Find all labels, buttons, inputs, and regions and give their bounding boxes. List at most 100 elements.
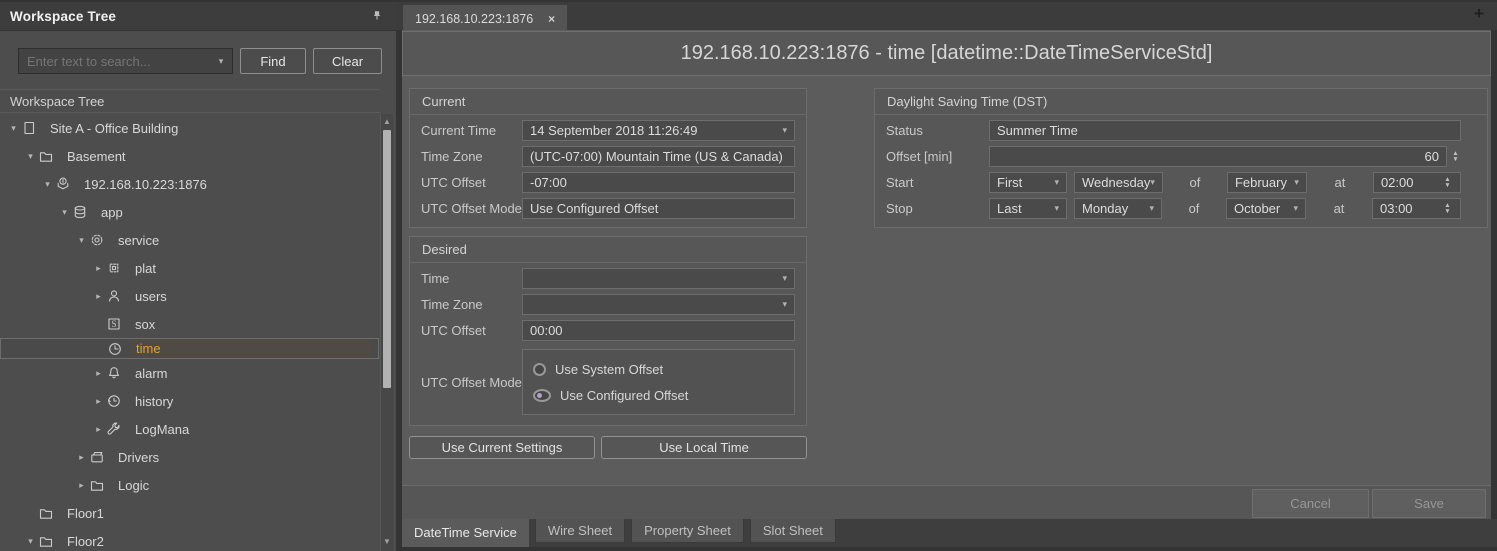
current-group: Current Current Time 14 September 2018 1… bbox=[409, 88, 807, 228]
tree-item-sox[interactable]: Ssox bbox=[0, 310, 379, 338]
tree-item-label: time bbox=[130, 339, 371, 358]
dst-start-time-input[interactable]: 02:00 ▲ ▼ bbox=[1372, 172, 1461, 193]
dst-start-ordinal-value: First bbox=[997, 175, 1023, 190]
new-tab-button[interactable]: + bbox=[1474, 4, 1484, 24]
desired-timezone-dropdown[interactable]: ▾ bbox=[522, 294, 795, 315]
clear-button[interactable]: Clear bbox=[313, 48, 382, 74]
dst-stop-at-label: at bbox=[1333, 201, 1345, 216]
search-input[interactable] bbox=[19, 53, 210, 69]
expand-arrow-icon[interactable]: ▾ bbox=[74, 235, 89, 246]
tree-item-site-a-office-building[interactable]: ▾ Site A - Office Building bbox=[0, 114, 379, 142]
tab-device[interactable]: 192.168.10.223:1876 × bbox=[403, 5, 568, 32]
use-current-settings-button[interactable]: Use Current Settings bbox=[409, 436, 595, 459]
scroll-down-icon[interactable]: ▼ bbox=[381, 537, 393, 546]
spinner-up-down-icon[interactable]: ▲ ▼ bbox=[1442, 202, 1453, 215]
dst-stop-weekday-select[interactable]: Monday ▾ bbox=[1074, 198, 1162, 219]
tree-item-users[interactable]: ▸ users bbox=[0, 282, 379, 310]
collapse-arrow-icon[interactable]: ▸ bbox=[91, 263, 106, 274]
bottom-tab-wire-sheet[interactable]: Wire Sheet bbox=[534, 519, 626, 543]
bottom-tab-slot-sheet[interactable]: Slot Sheet bbox=[749, 519, 836, 543]
dst-start-at-label: at bbox=[1334, 175, 1346, 190]
save-button[interactable]: Save bbox=[1372, 489, 1486, 518]
tree-item-drivers[interactable]: ▸ Drivers bbox=[0, 443, 379, 471]
collapse-arrow-icon[interactable]: ▸ bbox=[91, 368, 106, 379]
chevron-down-icon: ▾ bbox=[1293, 203, 1298, 213]
dst-status-label: Status bbox=[886, 123, 923, 138]
dst-start-row: Start First ▾ Wednesday ▾ of February ▾ … bbox=[886, 172, 1461, 193]
spinner-up-down-icon[interactable]: ▲ ▼ bbox=[1442, 176, 1453, 189]
svg-text:S: S bbox=[111, 319, 116, 329]
dst-stop-month-select[interactable]: October ▾ bbox=[1226, 198, 1306, 219]
dst-stop-time-input[interactable]: 03:00 ▲ ▼ bbox=[1372, 198, 1461, 219]
radio-use-system-offset[interactable]: Use System Offset bbox=[533, 357, 784, 381]
utc-offset-mode-radio-group: Use System Offset Use Configured Offset bbox=[522, 349, 795, 415]
tree-scrollbar[interactable]: ▲ ▼ bbox=[380, 114, 393, 551]
tree-item-service[interactable]: ▾ service bbox=[0, 226, 379, 254]
current-time-dropdown[interactable]: 14 September 2018 11:26:49 ▾ bbox=[522, 120, 795, 141]
dst-stop-ordinal-select[interactable]: Last ▾ bbox=[989, 198, 1067, 219]
dst-stop-weekday-value: Monday bbox=[1082, 201, 1129, 216]
page-title: 192.168.10.223:1876 - time [datetime::Da… bbox=[402, 31, 1491, 76]
tree-item-app[interactable]: ▾ app bbox=[0, 198, 379, 226]
collapse-arrow-icon[interactable]: ▸ bbox=[91, 291, 106, 302]
desired-timezone-label: Time Zone bbox=[421, 297, 483, 312]
tree-item-label: sox bbox=[135, 316, 156, 332]
chevron-down-icon[interactable]: ▾ bbox=[210, 56, 232, 67]
expand-arrow-icon[interactable]: ▾ bbox=[23, 536, 38, 547]
desired-utc-offset-label: UTC Offset bbox=[421, 323, 486, 338]
dst-start-ordinal-select[interactable]: First ▾ bbox=[989, 172, 1067, 193]
expand-arrow-icon[interactable]: ▾ bbox=[40, 179, 55, 190]
tree-item-floor2[interactable]: ▾ Floor2 bbox=[0, 527, 379, 551]
expand-arrow-icon[interactable]: ▾ bbox=[57, 207, 72, 218]
close-icon[interactable]: × bbox=[548, 12, 555, 26]
current-utc-offset-row: UTC Offset -07:00 bbox=[421, 172, 795, 193]
collapse-arrow-icon[interactable]: ▸ bbox=[91, 424, 106, 435]
desired-utc-offset-mode-row: UTC Offset Mode Use System Offset Use Co… bbox=[421, 349, 795, 415]
dst-offset-label: Offset [min] bbox=[886, 149, 953, 164]
bottom-tab-datetime-service[interactable]: DateTime Service bbox=[402, 519, 529, 547]
desired-utc-offset-row: UTC Offset 00:00 bbox=[421, 320, 795, 341]
chip-icon bbox=[106, 260, 123, 276]
tree-item-floor1[interactable]: Floor1 bbox=[0, 499, 379, 527]
tree-item-logmana[interactable]: ▸ LogMana bbox=[0, 415, 379, 443]
clock-icon bbox=[107, 341, 124, 357]
pin-icon[interactable] bbox=[368, 7, 386, 25]
tree-item-history[interactable]: ▸ history bbox=[0, 387, 379, 415]
dst-start-month-select[interactable]: February ▾ bbox=[1226, 172, 1307, 193]
desired-group: Desired Time ▾ Time Zone ▾ UTC Offset 00… bbox=[409, 236, 807, 426]
dst-offset-input[interactable]: 60 bbox=[989, 146, 1447, 167]
radio-icon[interactable] bbox=[533, 388, 551, 402]
desired-time-dropdown[interactable]: ▾ bbox=[522, 268, 795, 289]
collapse-arrow-icon[interactable]: ▸ bbox=[74, 480, 89, 491]
desired-utc-offset-input[interactable]: 00:00 bbox=[522, 320, 795, 341]
find-button[interactable]: Find bbox=[240, 48, 306, 74]
dst-start-weekday-select[interactable]: Wednesday ▾ bbox=[1074, 172, 1163, 193]
tree-item-logic[interactable]: ▸ Logic bbox=[0, 471, 379, 499]
tree-item-label: app bbox=[101, 204, 123, 220]
scroll-up-icon[interactable]: ▲ bbox=[381, 117, 393, 126]
scrollbar-thumb[interactable] bbox=[383, 130, 391, 388]
bottom-tab-property-sheet[interactable]: Property Sheet bbox=[631, 519, 744, 543]
tree-item-basement[interactable]: ▾ Basement bbox=[0, 142, 379, 170]
expand-arrow-icon[interactable]: ▾ bbox=[6, 123, 21, 134]
radio-use-configured-offset[interactable]: Use Configured Offset bbox=[533, 383, 784, 407]
collapse-arrow-icon[interactable]: ▸ bbox=[74, 452, 89, 463]
tree-item-label: history bbox=[135, 393, 174, 409]
cancel-button[interactable]: Cancel bbox=[1252, 489, 1369, 518]
tree-item-label: Floor1 bbox=[67, 505, 104, 521]
dst-status-value: Summer Time bbox=[989, 120, 1461, 141]
use-local-time-button[interactable]: Use Local Time bbox=[601, 436, 807, 459]
search-input-wrapper[interactable]: ▾ bbox=[18, 48, 233, 74]
tree-item-alarm[interactable]: ▸ alarm bbox=[0, 359, 379, 387]
collapse-arrow-icon[interactable]: ▸ bbox=[91, 396, 106, 407]
tree-item-label: Drivers bbox=[118, 449, 160, 465]
desired-utc-offset-mode-label: UTC Offset Mode bbox=[421, 374, 522, 390]
spinner-up-down-icon[interactable]: ▲ ▼ bbox=[1450, 150, 1461, 163]
tree-item-plat[interactable]: ▸ plat bbox=[0, 254, 379, 282]
workspace-tree-header: Workspace Tree bbox=[0, 2, 396, 31]
expand-arrow-icon[interactable]: ▾ bbox=[23, 151, 38, 162]
tree-item-time[interactable]: time bbox=[0, 338, 379, 359]
radio-icon[interactable] bbox=[533, 362, 546, 376]
chevron-down-icon: ▾ bbox=[1054, 203, 1059, 213]
tree-item-192-168-10-223-1876[interactable]: ▾ 192.168.10.223:1876 bbox=[0, 170, 379, 198]
